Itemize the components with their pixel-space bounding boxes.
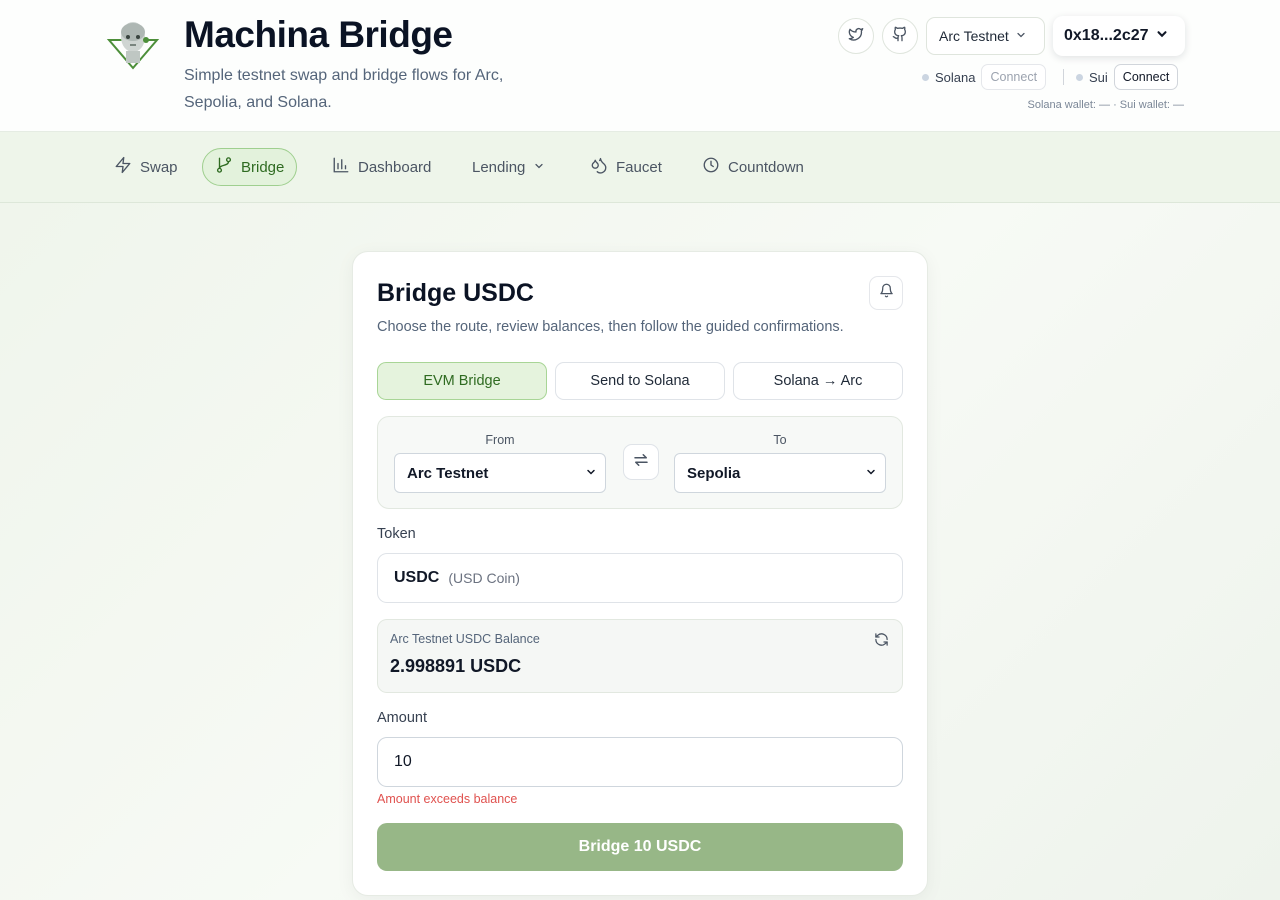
- twitter-button[interactable]: [838, 18, 874, 54]
- chevron-down-icon: [1155, 27, 1169, 46]
- bridge-submit-button[interactable]: Bridge 10 USDC: [377, 823, 903, 871]
- app-header: Machina Bridge Simple testnet swap and b…: [0, 0, 1280, 132]
- from-chain-select[interactable]: Arc Testnet: [394, 453, 606, 493]
- sui-status: Sui Connect: [1076, 64, 1179, 90]
- route-selector: From Arc Testnet To Sepolia: [377, 416, 903, 509]
- balance-panel: Arc Testnet USDC Balance 2.998891 USDC: [377, 619, 903, 693]
- nav-item-label: Faucet: [616, 158, 662, 176]
- sui-connect-button[interactable]: Connect: [1113, 64, 1179, 90]
- token-field[interactable]: USDC (USD Coin): [377, 553, 903, 603]
- app-title: Machina Bridge: [184, 14, 453, 55]
- nav-item-label: Bridge: [241, 158, 285, 176]
- nav-item-label: Countdown: [728, 158, 804, 176]
- nav-item-bridge[interactable]: Bridge: [202, 148, 298, 186]
- clock-icon: [702, 156, 720, 178]
- nav-item-countdown[interactable]: Countdown: [690, 148, 816, 186]
- nav-item-label: Dashboard: [358, 158, 432, 176]
- refresh-icon[interactable]: [874, 632, 890, 648]
- arrow-left-right-icon: [632, 451, 650, 474]
- to-chain-value: Sepolia: [687, 464, 741, 482]
- network-select[interactable]: Arc Testnet: [926, 17, 1045, 55]
- solana-label: Solana: [935, 69, 976, 85]
- solana-status-dot: [922, 73, 929, 81]
- to-label: To: [773, 433, 787, 447]
- swap-direction-button[interactable]: [623, 444, 659, 480]
- chevron-down-icon: [1015, 28, 1027, 44]
- bar-chart-icon: [332, 156, 350, 178]
- wallet-address: 0x18...2c27: [1064, 27, 1149, 44]
- nav-item-swap[interactable]: Swap: [102, 148, 190, 186]
- balance-value: 2.998891 USDC: [390, 656, 522, 676]
- network-select-label: Arc Testnet: [939, 28, 1009, 44]
- sui-status-dot: [1076, 73, 1083, 81]
- solana-status: Solana Connect: [922, 64, 1047, 90]
- sui-label: Sui: [1089, 69, 1108, 85]
- from-chain-value: Arc Testnet: [407, 464, 489, 482]
- app-subtitle: Simple testnet swap and bridge flows for…: [184, 67, 504, 111]
- nav-item-label: Lending: [472, 158, 526, 176]
- solana-connect-button[interactable]: Connect: [981, 64, 1047, 90]
- tab-evm-bridge[interactable]: EVM Bridge: [377, 362, 547, 400]
- card-title: Bridge USDC: [377, 279, 534, 307]
- twitter-icon: [848, 26, 864, 47]
- nav-item-dashboard[interactable]: Dashboard: [320, 148, 443, 186]
- card-description: Choose the route, review balances, then …: [377, 319, 844, 335]
- to-chain-select[interactable]: Sepolia: [674, 453, 886, 493]
- token-name: (USD Coin): [448, 570, 520, 586]
- from-label: From: [485, 433, 515, 447]
- nav-item-lending[interactable]: Lending: [460, 148, 557, 186]
- nav-item-faucet[interactable]: Faucet: [578, 148, 674, 186]
- logo: [106, 16, 160, 70]
- nav-item-label: Swap: [140, 158, 178, 176]
- main-nav: Swap Bridge Dashboard Lending Faucet Cou…: [0, 132, 1280, 203]
- balance-label: Arc Testnet USDC Balance: [390, 632, 540, 646]
- chevron-down-icon: [533, 159, 545, 176]
- chevron-down-icon: [865, 465, 877, 482]
- github-icon: [892, 26, 908, 47]
- wallet-status-text: Solana wallet: — · Sui wallet: —: [1027, 99, 1184, 111]
- tab-solana-to-arc[interactable]: Solana → Arc: [733, 362, 903, 400]
- zap-icon: [114, 156, 132, 178]
- wallet-button[interactable]: 0x18...2c27: [1053, 16, 1185, 56]
- git-branch-icon: [215, 156, 233, 178]
- amount-error: Amount exceeds balance: [377, 792, 518, 806]
- droplets-icon: [590, 156, 608, 178]
- token-label: Token: [377, 526, 416, 542]
- github-button[interactable]: [882, 18, 918, 54]
- divider: [1063, 69, 1064, 85]
- chevron-down-icon: [585, 465, 597, 482]
- tab-send-to-solana[interactable]: Send to Solana: [555, 362, 725, 400]
- notifications-button[interactable]: [869, 276, 903, 310]
- bell-icon: [879, 283, 894, 303]
- amount-input[interactable]: 10: [377, 737, 903, 787]
- amount-label: Amount: [377, 710, 427, 726]
- bridge-card: Bridge USDC Choose the route, review bal…: [352, 251, 928, 896]
- token-symbol: USDC: [394, 569, 440, 586]
